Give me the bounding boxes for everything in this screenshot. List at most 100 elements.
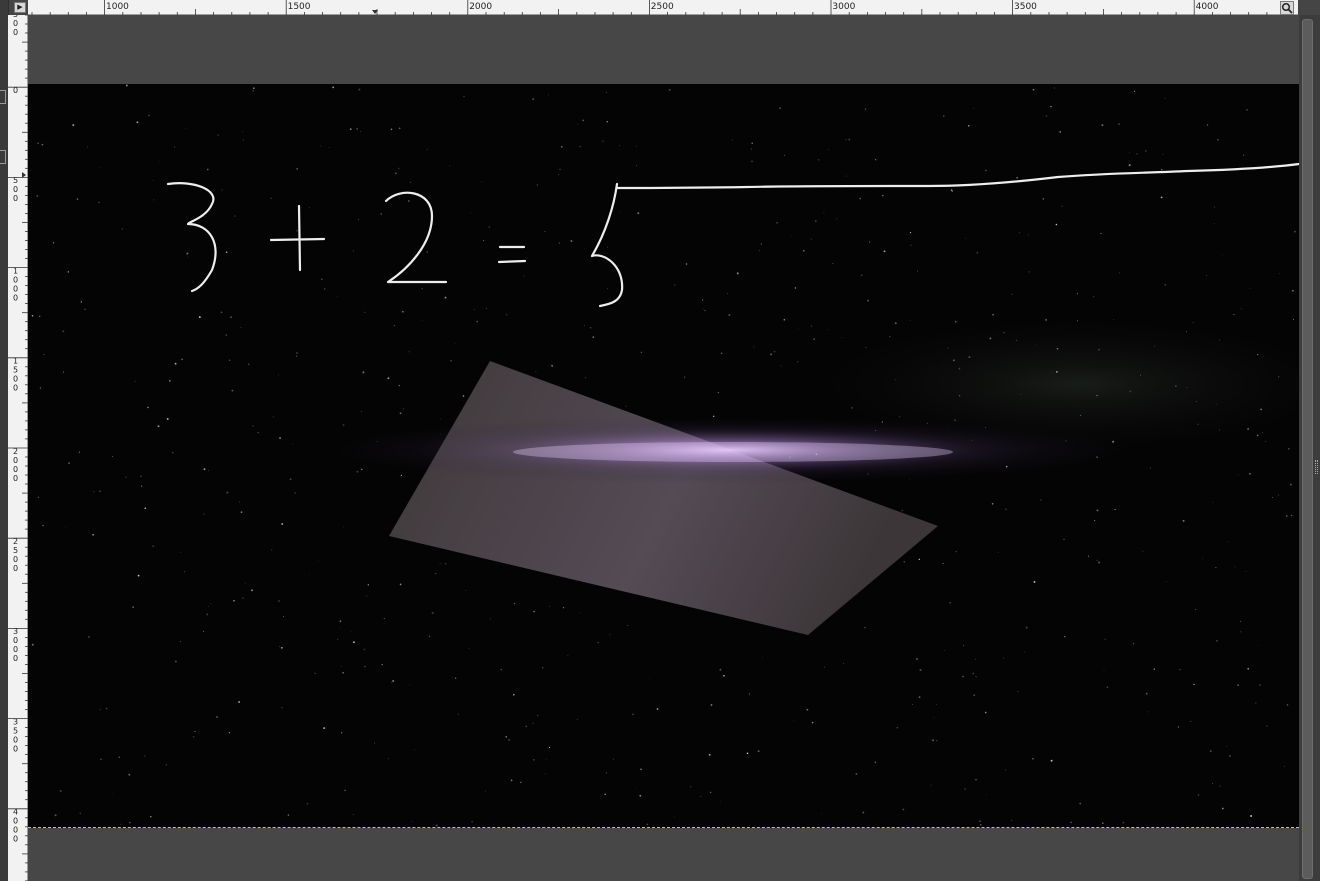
star [408,350,411,353]
star [562,607,565,609]
star [811,721,814,724]
star [542,667,544,669]
star [1061,205,1063,207]
star [639,794,642,797]
navigate-icon[interactable]: ▶ [14,2,26,13]
vertical-scrollbar[interactable] [1299,15,1320,881]
horizontal-ruler[interactable]: 1000150020002500300035004000450050005500… [28,0,1298,15]
star [791,235,793,236]
star [1147,711,1149,713]
star [1237,474,1239,476]
star [79,812,82,814]
star [37,142,40,145]
star [975,779,977,781]
star [869,241,871,243]
star [1239,630,1242,633]
dock-handle[interactable] [0,90,6,104]
star [1182,519,1185,522]
star [169,380,171,382]
dock-grip[interactable] [1315,460,1318,474]
star [612,758,614,760]
star [217,134,219,136]
star [221,189,223,191]
star [238,501,241,503]
star [132,606,135,609]
scrollbar-thumb[interactable] [1302,19,1313,879]
ruler-label-partial: 0 [13,19,18,28]
star [314,672,316,675]
star [1226,746,1227,747]
star [137,574,140,577]
star [570,240,573,242]
star [483,240,485,242]
star [606,288,608,290]
star [1145,692,1148,695]
star [194,403,196,405]
star [797,361,799,363]
star [901,509,903,512]
star [1165,580,1167,583]
star [584,377,587,379]
vertical-ruler[interactable]: 50005001000150020002500300035004000 [8,15,28,881]
star [31,643,34,646]
star [882,194,884,197]
image-canvas[interactable] [28,84,1299,828]
star [351,630,352,632]
star [360,131,362,132]
star [282,615,285,617]
star [770,353,773,356]
star [1249,288,1251,290]
star [1249,472,1251,475]
star [803,250,805,252]
star [984,711,987,714]
dock-handle[interactable] [0,150,6,164]
star [380,213,382,215]
star [918,696,921,698]
star [465,589,467,591]
ruler-label: 0 [13,744,18,753]
star [410,181,412,183]
star [1272,496,1274,499]
star [277,374,279,376]
star [979,823,982,826]
star [426,251,429,253]
star [244,582,246,584]
star [450,359,452,362]
star [505,313,508,316]
star [967,125,970,127]
star [604,793,606,796]
star [862,811,865,814]
star [1202,558,1204,560]
star [174,362,177,365]
star [349,128,352,131]
star [1114,508,1116,511]
star [390,128,393,131]
star [105,707,108,710]
star [166,418,169,420]
star [100,758,102,761]
star [602,140,604,142]
ruler-label: 0 [13,826,18,835]
star [399,412,402,415]
star [41,143,44,146]
ruler-label: 3500 [1014,2,1037,12]
canvas-workspace[interactable] [28,15,1299,881]
star [421,320,423,321]
zoom-icon[interactable] [1280,1,1294,15]
star [1024,651,1026,653]
star [1064,636,1066,638]
star [689,785,692,788]
star [186,252,189,255]
star [1206,275,1207,276]
star [1265,441,1267,443]
star [975,676,977,678]
ruler-label: 2500 [651,2,674,12]
star [208,469,209,471]
star [80,301,82,303]
star [1227,541,1228,543]
star [936,703,937,705]
star [444,296,447,299]
star [462,395,465,397]
star [962,675,964,678]
star [251,589,253,592]
